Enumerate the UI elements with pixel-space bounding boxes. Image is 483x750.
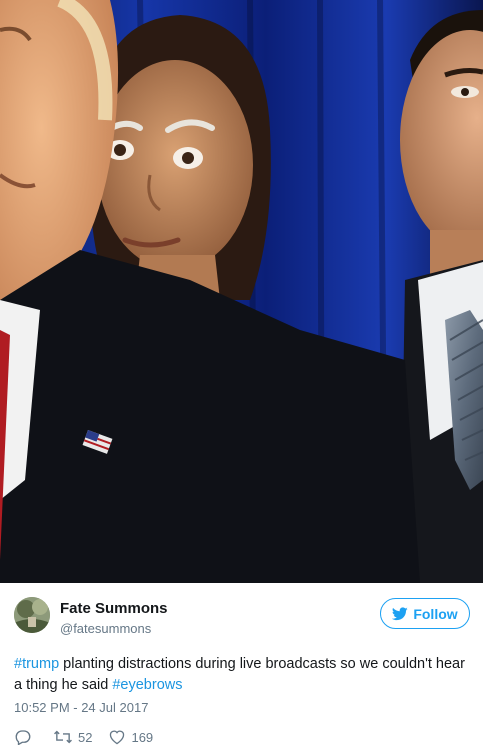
display-name[interactable]: Fate Summons xyxy=(60,600,168,617)
avatar[interactable] xyxy=(14,597,50,633)
follow-button[interactable]: Follow xyxy=(380,598,470,629)
tweet-photo[interactable] xyxy=(0,0,483,583)
twitter-bird-icon xyxy=(392,606,409,620)
hashtag-trump[interactable]: #trump xyxy=(14,656,59,672)
reply-button[interactable] xyxy=(14,729,37,745)
tweet-timestamp[interactable]: 10:52 PM - 24 Jul 2017 xyxy=(14,700,148,715)
like-count: 169 xyxy=(131,729,154,745)
tweet-text: #trump planting distractions during live… xyxy=(14,654,469,696)
follow-label: Follow xyxy=(413,605,458,622)
tweet-body: planting distractions during live broadc… xyxy=(14,656,465,693)
tweet-actions: 52 169 xyxy=(14,727,169,747)
heart-icon xyxy=(110,730,125,745)
user-handle[interactable]: @fatesummons xyxy=(60,621,151,636)
retweet-icon xyxy=(54,730,72,744)
retweet-count: 52 xyxy=(78,729,93,745)
retweet-button[interactable]: 52 xyxy=(53,729,92,745)
hashtag-eyebrows[interactable]: #eyebrows xyxy=(112,677,182,693)
reply-icon xyxy=(15,730,31,745)
like-button[interactable]: 169 xyxy=(108,729,153,745)
